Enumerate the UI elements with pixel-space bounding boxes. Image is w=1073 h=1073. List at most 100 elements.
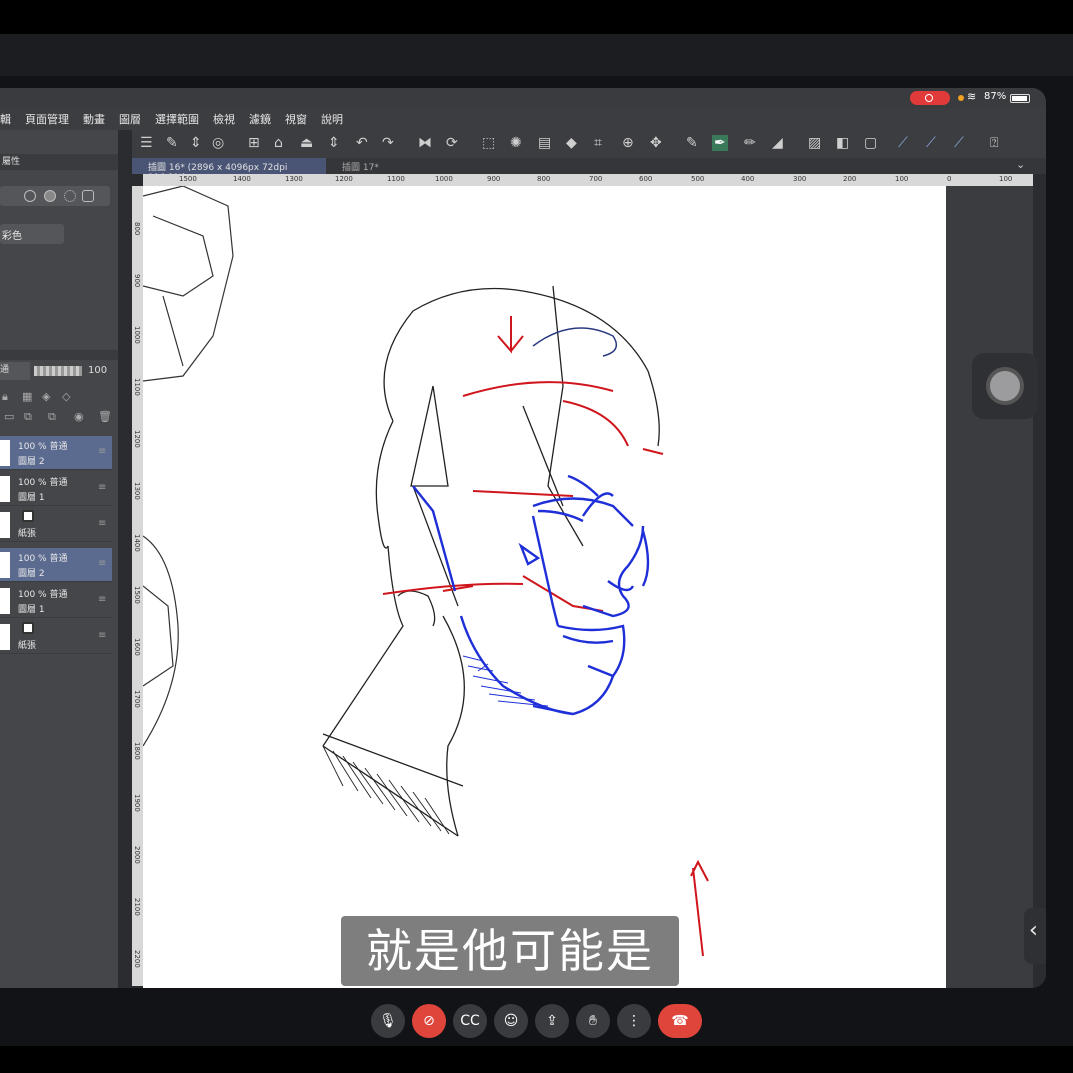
layer-menu-icon[interactable]: ≡ xyxy=(98,518,106,529)
pen-active-icon[interactable]: ✒ xyxy=(712,135,728,151)
hangup-icon[interactable]: ☎ xyxy=(658,1004,702,1038)
drawing-canvas[interactable] xyxy=(143,186,946,988)
present-icon[interactable]: ⇪ xyxy=(535,1004,569,1038)
battery-icon xyxy=(1010,94,1030,103)
mic-icon[interactable]: 🎙︎ xyxy=(371,1004,405,1038)
brush-shape-selector[interactable] xyxy=(0,186,110,206)
left-panel: 屬性 彩色 通 100 🔒︎ ▦ ◈ ◇ ▭ ⧉ ⧉ ◉ 🗑︎ 100 % 普通… xyxy=(0,130,118,988)
vertical-ruler: 800 900 1000 1100 1200 1300 1400 1500 16… xyxy=(132,186,143,986)
save-icon[interactable]: ⏏ xyxy=(300,135,313,151)
menu-item-animation[interactable]: 動畫 xyxy=(83,111,105,127)
menu-item-layer[interactable]: 圖層 xyxy=(119,111,141,127)
blend-mode-select[interactable]: 通 xyxy=(0,362,30,380)
export-icon[interactable]: ⇕ xyxy=(328,135,340,151)
clear-selection-icon[interactable]: ▤ xyxy=(538,135,551,151)
transform-icon[interactable]: ⊕ xyxy=(622,135,634,151)
layer-menu-icon[interactable]: ≡ xyxy=(98,630,106,641)
paper-icon xyxy=(22,510,34,522)
canvas-area[interactable] xyxy=(143,186,1033,988)
flip-icon[interactable]: ⧓ xyxy=(418,135,432,151)
tool-property-header: 屬性 xyxy=(0,154,118,170)
duplicate-icon[interactable]: ⧉ xyxy=(48,410,56,424)
stabilizer2-icon[interactable]: ⟋ xyxy=(926,135,936,151)
select-lasso-icon[interactable]: ✺ xyxy=(510,135,522,151)
lock-alpha-icon[interactable]: ▦ xyxy=(22,390,32,403)
menu-item-page-manage[interactable]: 頁面管理 xyxy=(25,111,69,127)
layer-tools: 🔒︎ ▦ ◈ ◇ ▭ ⧉ ⧉ ◉ 🗑︎ xyxy=(0,388,118,428)
canvas-tabs: 插圖 16* (2896 x 4096px 72dpi 116.2%) 插圖 1… xyxy=(132,158,1046,183)
crop-icon[interactable]: ⌗ xyxy=(594,135,602,151)
new-layer-icon[interactable]: ⧉ xyxy=(24,410,32,424)
edit-icon[interactable]: ✎ xyxy=(166,135,178,151)
pencil-icon[interactable]: ✏ xyxy=(744,135,756,151)
menu-item-selection[interactable]: 選擇範圍 xyxy=(155,111,199,127)
layer-menu-icon[interactable]: ≡ xyxy=(98,558,106,569)
menu-item-window[interactable]: 視窗 xyxy=(285,111,307,127)
tab-canvas-16[interactable]: 插圖 16* (2896 x 4096px 72dpi 116.2%) xyxy=(132,158,326,183)
move-icon[interactable]: ✥ xyxy=(650,135,662,151)
layer-row[interactable]: 100 % 普通 圖層 2 ≡ xyxy=(0,548,112,582)
redo-icon[interactable]: ↷ xyxy=(382,135,394,151)
assistive-touch-button[interactable] xyxy=(972,353,1038,419)
stabilizer3-icon[interactable]: ⟋ xyxy=(954,135,964,151)
subtitle-caption: 就是他可能是 xyxy=(341,916,679,986)
battery-percent: 87% xyxy=(984,91,1007,102)
menu-item-view[interactable]: 檢視 xyxy=(213,111,235,127)
layer-op-icon[interactable]: ▨ xyxy=(808,135,821,151)
recording-indicator xyxy=(910,91,950,105)
tab-canvas-17[interactable]: 插圖 17* xyxy=(332,158,412,174)
select-rect-icon[interactable]: ⬚ xyxy=(482,135,495,151)
layer-row[interactable]: 100 % 普通 圖層 1 ≡ xyxy=(0,584,112,618)
help-icon[interactable]: ⍰ xyxy=(990,135,998,151)
stabilizer-icon[interactable]: ⟋ xyxy=(898,135,908,151)
chevron-left-icon[interactable]: ‹ xyxy=(1024,908,1046,964)
menu-item-filter[interactable]: 濾鏡 xyxy=(249,111,271,127)
menu-icon[interactable]: ☰ xyxy=(140,135,153,151)
horizontal-ruler: 1500 1400 1300 1200 1100 1000 900 800 70… xyxy=(143,174,1033,186)
lock-icon[interactable]: 🔒︎ xyxy=(2,390,8,404)
raise-hand-icon[interactable]: ✋︎ xyxy=(576,1004,610,1038)
layer-menu-icon[interactable]: ≡ xyxy=(98,446,106,457)
layer-row[interactable]: 100 % 普通 圖層 1 ≡ xyxy=(0,472,112,506)
camera-off-icon[interactable]: ⊘ xyxy=(412,1004,446,1038)
reference-icon[interactable]: ◇ xyxy=(62,390,70,403)
swap-icon[interactable]: ⇕ xyxy=(190,135,202,151)
new-folder-icon[interactable]: ▭ xyxy=(4,410,14,423)
open-icon[interactable]: ⌂ xyxy=(274,135,283,151)
clip-icon[interactable]: ◈ xyxy=(42,390,50,403)
emoji-icon[interactable]: ☺ xyxy=(494,1004,528,1038)
color-mode-select[interactable]: 彩色 xyxy=(0,224,64,244)
layer-op3-icon[interactable]: ▢ xyxy=(864,135,877,151)
new-canvas-icon[interactable]: ⊞ xyxy=(248,135,260,151)
layer-row[interactable]: 紙張 ≡ xyxy=(0,508,112,542)
layer-menu-icon[interactable]: ≡ xyxy=(98,482,106,493)
captions-icon[interactable]: CC xyxy=(453,1004,487,1038)
opacity-value: 100 xyxy=(88,365,108,376)
layer-panel-header xyxy=(0,350,118,360)
mic-active-dot xyxy=(958,95,964,101)
fill-icon[interactable]: ◆ xyxy=(566,135,577,151)
menu-item-edit[interactable]: 輯 xyxy=(0,111,11,127)
target-icon[interactable]: ◎ xyxy=(212,135,224,151)
undo-icon[interactable]: ↶ xyxy=(356,135,368,151)
more-icon[interactable]: ⋮ xyxy=(617,1004,651,1038)
menu-bar: 輯 頁面管理 動畫 圖層 選擇範圍 檢視 濾鏡 視窗 說明 xyxy=(0,108,1046,130)
layer-row[interactable]: 100 % 普通 圖層 2 ≡ xyxy=(0,436,112,470)
layer-op2-icon[interactable]: ◧ xyxy=(836,135,849,151)
mask-icon[interactable]: ◉ xyxy=(74,410,84,423)
status-bar: ≋ 87% xyxy=(0,88,1046,108)
paper-icon xyxy=(22,622,34,634)
record-icon xyxy=(925,94,933,102)
layer-row[interactable]: 紙張 ≡ xyxy=(0,620,112,654)
trash-icon[interactable]: 🗑︎ xyxy=(98,410,112,423)
layer-menu-icon[interactable]: ≡ xyxy=(98,594,106,605)
rotate-icon[interactable]: ⟳ xyxy=(446,135,458,151)
eraser-icon[interactable]: ◢ xyxy=(772,135,783,151)
pen-icon[interactable]: ✎ xyxy=(686,135,698,151)
chevron-down-icon[interactable]: ⌄ xyxy=(1016,158,1025,171)
top-bar-secondary xyxy=(0,34,1073,76)
opacity-slider[interactable] xyxy=(34,366,82,376)
menu-item-help[interactable]: 說明 xyxy=(321,111,343,127)
top-bar xyxy=(0,0,1073,34)
head-sketch xyxy=(143,186,709,957)
